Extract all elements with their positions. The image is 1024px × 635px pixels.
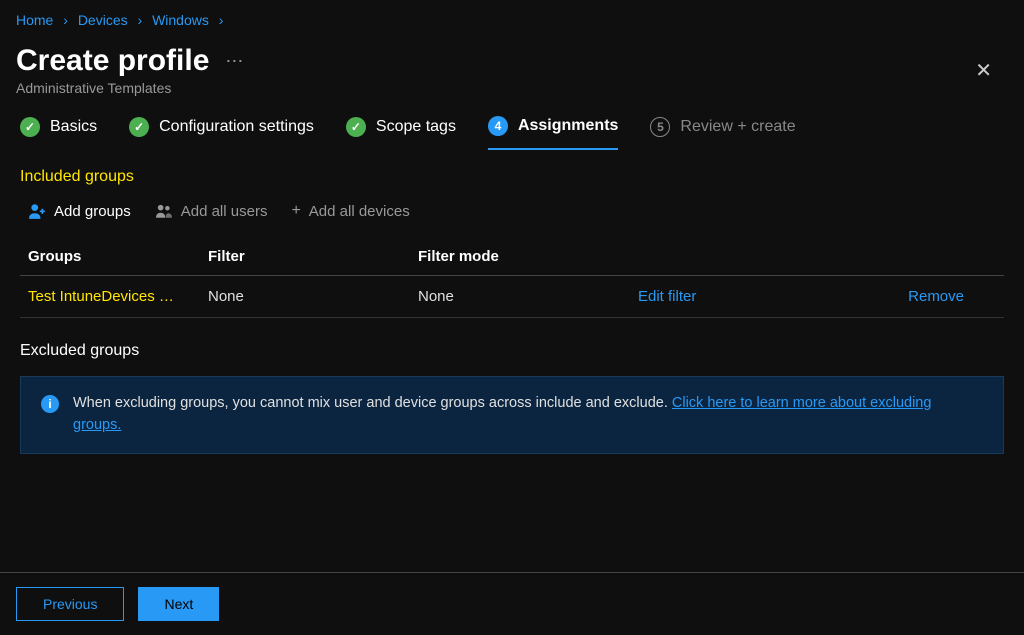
action-label: Add all devices: [309, 203, 410, 220]
col-groups: Groups: [20, 238, 200, 276]
add-groups-button[interactable]: Add groups: [28, 202, 131, 220]
filter-mode-cell: None: [410, 276, 630, 318]
person-add-icon: [28, 202, 46, 220]
chevron-right-icon: ›: [63, 12, 68, 28]
included-groups-title: Included groups: [20, 168, 1004, 186]
step-configuration-settings[interactable]: ✓ Configuration settings: [129, 117, 314, 149]
step-assignments[interactable]: 4 Assignments: [488, 116, 618, 150]
breadcrumb-devices[interactable]: Devices: [78, 12, 128, 28]
next-button[interactable]: Next: [138, 587, 219, 621]
add-all-devices-button[interactable]: + Add all devices: [291, 202, 409, 220]
breadcrumb-windows[interactable]: Windows: [152, 12, 209, 28]
check-icon: ✓: [20, 117, 40, 137]
step-label: Review + create: [680, 118, 795, 136]
chevron-right-icon: ›: [219, 12, 224, 28]
action-label: Add all users: [181, 203, 268, 220]
chevron-right-icon: ›: [138, 12, 143, 28]
page-title: Create profile: [16, 44, 209, 78]
add-all-users-button[interactable]: Add all users: [155, 202, 268, 220]
step-number-icon: 4: [488, 116, 508, 136]
step-label: Configuration settings: [159, 118, 314, 136]
filter-cell: None: [200, 276, 410, 318]
breadcrumb-home[interactable]: Home: [16, 12, 53, 28]
col-filter: Filter: [200, 238, 410, 276]
check-icon: ✓: [129, 117, 149, 137]
footer: Previous Next: [0, 572, 1024, 635]
step-number-icon: 5: [650, 117, 670, 137]
step-label: Assignments: [518, 117, 618, 135]
step-label: Scope tags: [376, 118, 456, 136]
page-header: Create profile ⋯ Administrative Template…: [0, 36, 1024, 116]
step-review-create[interactable]: 5 Review + create: [650, 117, 795, 149]
step-scope-tags[interactable]: ✓ Scope tags: [346, 117, 456, 149]
wizard-steps: ✓ Basics ✓ Configuration settings ✓ Scop…: [0, 116, 1024, 150]
info-box: i When excluding groups, you cannot mix …: [20, 376, 1004, 454]
step-basics[interactable]: ✓ Basics: [20, 117, 97, 149]
info-text: When excluding groups, you cannot mix us…: [73, 393, 983, 437]
step-label: Basics: [50, 118, 97, 136]
people-icon: [155, 202, 173, 220]
remove-link[interactable]: Remove: [830, 276, 1004, 318]
check-icon: ✓: [346, 117, 366, 137]
breadcrumb: Home › Devices › Windows ›: [0, 0, 1024, 36]
close-icon[interactable]: ✕: [967, 50, 1000, 91]
info-icon: i: [41, 395, 59, 413]
content-area: Included groups Add groups Add all users…: [0, 150, 1024, 454]
page-subtitle: Administrative Templates: [16, 80, 243, 96]
included-groups-table: Groups Filter Filter mode Test IntuneDev…: [20, 238, 1004, 318]
plus-icon: +: [291, 202, 300, 220]
included-actions: Add groups Add all users + Add all devic…: [20, 202, 1004, 220]
group-name-cell[interactable]: Test IntuneDevices …: [20, 276, 200, 318]
table-row: Test IntuneDevices … None None Edit filt…: [20, 276, 1004, 318]
more-icon[interactable]: ⋯: [225, 51, 243, 72]
excluded-groups-title: Excluded groups: [20, 342, 1004, 360]
previous-button[interactable]: Previous: [16, 587, 124, 621]
col-filter-mode: Filter mode: [410, 238, 630, 276]
edit-filter-link[interactable]: Edit filter: [630, 276, 830, 318]
action-label: Add groups: [54, 203, 131, 220]
